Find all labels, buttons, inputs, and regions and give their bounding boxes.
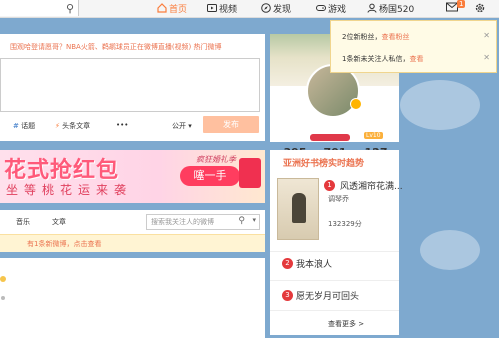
notification-popup: 2位新粉丝，查看粉丝 ✕ 1条新未关注人私信，查看 ✕ (330, 20, 497, 73)
visibility-label: 公开 (172, 122, 186, 130)
feed-tab-bar: 音乐 文章 搜索我关注人的微博 ⚲ ▾ (0, 210, 265, 234)
promo-banner[interactable]: 花式抢红包 坐等桃花运来袭 疯狂婚礼季 噻一手 (0, 150, 265, 203)
lightning-icon: ⚡ (55, 122, 60, 130)
trending-item-3[interactable]: 愿无岁月可回头 (296, 289, 359, 302)
notification-messages: 1条新未关注人私信，查看 (342, 54, 423, 64)
trending-title[interactable]: 亚洲好书榜实时趋势 (283, 156, 364, 169)
nav-game[interactable]: 游戏 (316, 2, 346, 15)
top-nav-bar: ⚲ 首页 视频 发现 游戏 杨国520 1 (0, 0, 499, 18)
notification-messages-text: 1条新未关注人私信， (342, 55, 410, 63)
settings-button[interactable] (474, 2, 488, 16)
global-search-input[interactable]: ⚲ (0, 0, 79, 16)
rank-badge-3: 3 (282, 290, 293, 301)
feed-emoji-icon (0, 276, 6, 282)
background-cloud (400, 80, 480, 130)
new-posts-notice[interactable]: 有1条新微博，点击查看 (0, 234, 265, 252)
mail-badge: 1 (457, 0, 466, 8)
nav-home-label: 首页 (169, 5, 188, 15)
article-button[interactable]: ⚡ 头条文章 (55, 121, 90, 131)
visibility-dropdown[interactable]: 公开 ▾ (172, 121, 192, 131)
divider (270, 310, 399, 311)
notification-fans: 2位新粉丝，查看粉丝 (342, 32, 409, 42)
book-cover[interactable] (277, 178, 319, 240)
nav-video[interactable]: 视频 (207, 2, 237, 15)
hashtag-icon: # (13, 122, 19, 130)
topic-button[interactable]: # 话题 (13, 121, 35, 131)
view-fans-link[interactable]: 查看粉丝 (381, 33, 409, 41)
feed-search-placeholder: 搜索我关注人的微博 (151, 218, 214, 226)
view-messages-link[interactable]: 查看 (409, 55, 423, 63)
trending-item-1[interactable]: 风透湘帘花满... (340, 179, 403, 192)
search-icon[interactable]: ⚲ (238, 216, 245, 226)
publish-button[interactable]: 发布 (203, 116, 259, 133)
book-cover-figure (292, 193, 306, 223)
feed-search-input[interactable]: 搜索我关注人的微博 ⚲ ▾ (146, 214, 260, 230)
verified-icon (350, 98, 362, 110)
new-posts-text: 有1条新微博，点击查看 (27, 240, 102, 248)
nav-discover-label: 发现 (273, 5, 292, 15)
nav-discover[interactable]: 发现 (261, 2, 291, 15)
video-icon (207, 3, 217, 13)
red-envelope-icon (239, 158, 261, 188)
nav-profile-label: 杨国520 (379, 5, 415, 15)
nav-home[interactable]: 首页 (157, 2, 187, 15)
search-icon[interactable]: ⚲ (66, 2, 74, 15)
home-icon (157, 3, 167, 13)
tab-music[interactable]: 音乐 (16, 217, 30, 227)
trending-item-1-score: 132329分 (328, 220, 362, 228)
banner-subtitle: 坐等桃花运来袭 (6, 183, 133, 197)
hot-topics-line[interactable]: 围观哈登请愿哥？NBA火箭、鹈鹕球员正在微博直播(视频) 热门微博 (10, 42, 222, 52)
profile-username-redacted[interactable] (310, 134, 350, 141)
rank-badge-1: 1 (324, 180, 335, 191)
topic-label: 话题 (21, 122, 36, 130)
gear-icon (474, 2, 486, 14)
background-cloud (420, 230, 480, 270)
chevron-down-icon[interactable]: ▾ (252, 216, 256, 224)
rank-badge-2: 2 (282, 258, 293, 269)
feed-item (0, 258, 265, 338)
trending-books-panel: 亚洲好书榜实时趋势 1 风透湘帘花满... 调琴乔 132329分 2 我本浪人… (270, 150, 403, 335)
more-tools-button[interactable]: ••• (116, 121, 128, 129)
close-icon[interactable]: ✕ (483, 31, 490, 40)
banner-title: 花式抢红包 (4, 158, 120, 183)
compose-textarea[interactable] (0, 58, 260, 112)
divider (270, 280, 399, 281)
close-icon[interactable]: ✕ (483, 53, 490, 62)
nav-game-label: 游戏 (328, 5, 347, 15)
compass-icon (261, 3, 271, 13)
level-badge[interactable]: Lv10 (364, 132, 383, 139)
trending-item-2[interactable]: 我本浪人 (296, 257, 332, 270)
nav-profile[interactable]: 杨国520 (367, 2, 414, 15)
user-icon (367, 3, 377, 13)
gamepad-icon (316, 3, 326, 13)
compose-panel: 围观哈登请愿哥？NBA火箭、鹈鹕球员正在微博直播(视频) 热门微博 # 话题 ⚡… (0, 34, 265, 141)
banner-cta-button[interactable]: 噻一手 (180, 166, 240, 186)
article-label: 头条文章 (62, 122, 91, 130)
trending-item-1-author[interactable]: 调琴乔 (328, 194, 349, 204)
view-more-link[interactable]: 查看更多 > (328, 319, 364, 329)
nav-video-label: 视频 (219, 5, 238, 15)
notification-fans-text: 2位新粉丝， (342, 33, 382, 41)
tab-article[interactable]: 文章 (52, 217, 66, 227)
chevron-down-icon: ▾ (188, 122, 192, 130)
feed-bullet-icon (1, 296, 5, 300)
banner-tag: 疯狂婚礼季 (196, 155, 236, 164)
divider (270, 251, 399, 252)
